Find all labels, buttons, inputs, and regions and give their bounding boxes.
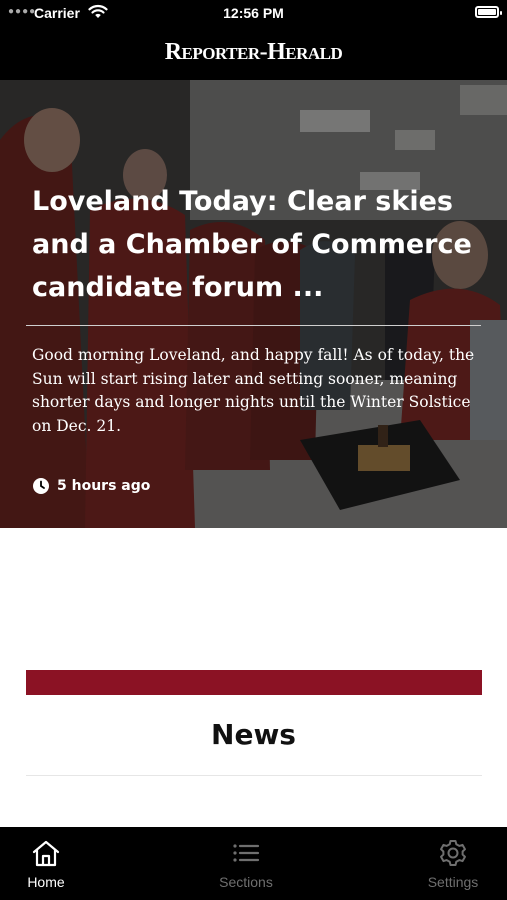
tab-settings[interactable]: Settings (393, 827, 507, 900)
status-bar: ●●●● Carrier 12:56 PM (0, 0, 507, 26)
tab-settings-label: Settings (427, 874, 479, 890)
list-icon (233, 844, 260, 862)
tab-home[interactable]: Home (0, 827, 106, 900)
battery-icon (475, 6, 502, 18)
section-accent-bar (26, 670, 482, 695)
tab-bar: Home Sections Settings (0, 827, 507, 900)
tab-sections[interactable]: Sections (186, 827, 306, 900)
gear-icon (440, 840, 466, 866)
article-summary: Good morning Loveland, and happy fall! A… (32, 346, 475, 435)
time-ago-label: 5 hours ago (57, 478, 151, 494)
featured-article[interactable]: Loveland Today: Clear skies and a Chambe… (0, 80, 507, 528)
tab-sections-label: Sections (219, 874, 273, 890)
article-timestamp: 5 hours ago (33, 478, 150, 494)
masthead: Reporter-Herald (0, 26, 507, 80)
publication-logo[interactable]: Reporter-Herald (0, 39, 507, 66)
home-icon (32, 840, 60, 867)
article-headline[interactable]: Loveland Today: Clear skies and a Chambe… (32, 180, 482, 309)
clock-icon (33, 478, 49, 494)
headline-divider (26, 325, 481, 326)
tab-home-label: Home (27, 874, 65, 890)
section-divider (26, 775, 482, 776)
status-time: 12:56 PM (223, 5, 284, 21)
section-title: News (211, 718, 296, 751)
